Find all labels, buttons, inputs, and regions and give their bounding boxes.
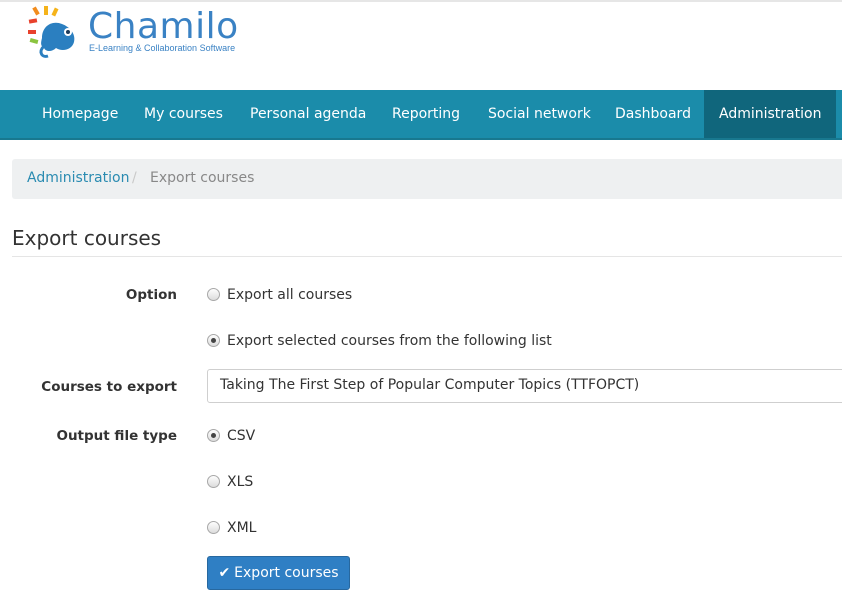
- courses-to-export-label: Courses to export: [41, 379, 177, 395]
- export-courses-button[interactable]: ✔ Export courses: [207, 556, 350, 590]
- export-selected-label[interactable]: Export selected courses from the followi…: [227, 333, 552, 349]
- breadcrumb-current: Export courses: [150, 170, 255, 186]
- radio-xml[interactable]: [207, 521, 220, 534]
- output-file-type-label: Output file type: [56, 428, 177, 444]
- chamilo-logo[interactable]: Chamilo E-Learning & Collaboration Softw…: [28, 6, 258, 62]
- nav-social-network[interactable]: Social network: [473, 90, 606, 138]
- logo-title: Chamilo: [88, 6, 239, 47]
- title-divider: [12, 256, 842, 257]
- page-title: Export courses: [12, 226, 162, 250]
- xml-label[interactable]: XML: [227, 520, 256, 536]
- nav-reporting[interactable]: Reporting: [377, 90, 475, 138]
- xls-label[interactable]: XLS: [227, 474, 253, 490]
- radio-export-selected[interactable]: [207, 334, 220, 347]
- header: Chamilo E-Learning & Collaboration Softw…: [0, 0, 842, 92]
- nav-dashboard[interactable]: Dashboard: [600, 90, 706, 138]
- breadcrumb-separator: /: [132, 170, 137, 186]
- radio-csv[interactable]: [207, 429, 220, 442]
- nav-administration[interactable]: Administration: [704, 90, 837, 138]
- courses-select[interactable]: Taking The First Step of Popular Compute…: [207, 369, 842, 403]
- breadcrumb: Administration / Export courses: [12, 159, 842, 199]
- export-courses-button-label: Export courses: [234, 565, 339, 581]
- csv-label[interactable]: CSV: [227, 428, 255, 444]
- chameleon-icon: [28, 6, 75, 58]
- nav-personal-agenda[interactable]: Personal agenda: [235, 90, 381, 138]
- export-all-label[interactable]: Export all courses: [227, 287, 352, 303]
- main-navbar: Homepage My courses Personal agenda Repo…: [0, 90, 842, 140]
- option-label: Option: [125, 287, 177, 303]
- nav-my-courses[interactable]: My courses: [129, 90, 238, 138]
- radio-export-all[interactable]: [207, 288, 220, 301]
- logo-subtitle: E-Learning & Collaboration Software: [89, 43, 236, 53]
- nav-homepage[interactable]: Homepage: [27, 90, 133, 138]
- breadcrumb-administration-link[interactable]: Administration: [27, 170, 129, 186]
- radio-xls[interactable]: [207, 475, 220, 488]
- check-icon: ✔: [218, 565, 231, 581]
- courses-select-value: Taking The First Step of Popular Compute…: [220, 377, 640, 393]
